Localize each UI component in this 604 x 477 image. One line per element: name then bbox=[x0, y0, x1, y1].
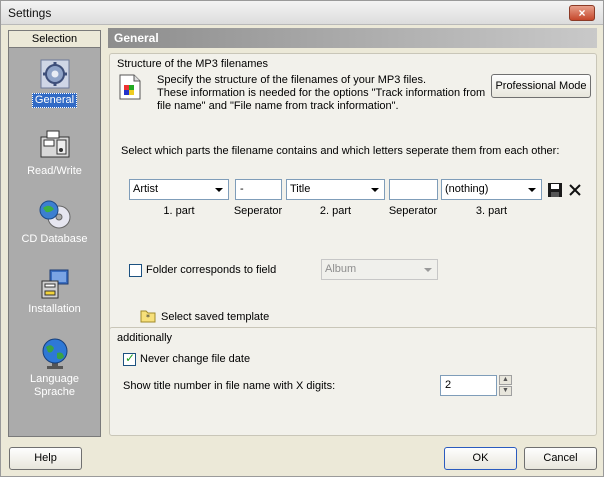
delete-icon[interactable] bbox=[567, 182, 583, 198]
part2-select-value: Title bbox=[290, 183, 311, 195]
structure-desc-line2: These information is needed for the opti… bbox=[157, 87, 486, 99]
sidebar-item-label: Installation bbox=[28, 303, 81, 315]
document-icon bbox=[119, 74, 141, 100]
chevron-down-icon bbox=[528, 188, 536, 192]
structure-desc-line1: Specify the structure of the filenames o… bbox=[157, 74, 427, 86]
cancel-button[interactable]: Cancel bbox=[524, 447, 597, 470]
sidebar-item-label: General bbox=[31, 93, 78, 108]
cd-icon bbox=[39, 200, 70, 229]
part1-caption: 1. part bbox=[163, 205, 195, 217]
sidebar-item-installation[interactable]: Installation bbox=[9, 267, 100, 316]
sidebar-item-label: CD Database bbox=[21, 233, 88, 245]
digits-input[interactable]: 2 bbox=[440, 375, 497, 396]
spin-down-button[interactable]: ▼ bbox=[499, 386, 512, 396]
part1-select-value: Artist bbox=[133, 183, 159, 195]
folder-corresponds-label: Folder corresponds to field bbox=[146, 264, 277, 276]
gear-icon bbox=[40, 59, 69, 89]
folder-star-icon[interactable]: * bbox=[140, 309, 156, 323]
folder-field-select[interactable]: Album bbox=[321, 259, 438, 280]
page-title: General bbox=[108, 28, 597, 48]
part3-caption: 3. part bbox=[475, 205, 508, 217]
part2-caption: 2. part bbox=[319, 205, 352, 217]
folder-corresponds-checkbox[interactable] bbox=[129, 264, 142, 277]
sidebar-item-read-write[interactable]: Read/Write bbox=[9, 129, 100, 178]
never-change-date-label: Never change file date bbox=[140, 353, 251, 365]
folder-field-select-value: Album bbox=[325, 263, 357, 275]
window-title: Settings bbox=[8, 6, 52, 20]
main-panel: General Structure of the MP3 filenames S… bbox=[108, 28, 598, 440]
never-change-date-checkbox[interactable] bbox=[123, 351, 136, 366]
digits-label: Show title number in file name with X di… bbox=[123, 380, 336, 392]
sidebar-item-general[interactable]: General bbox=[9, 57, 100, 108]
instruction-text: Select which parts the filename contains… bbox=[121, 145, 560, 157]
chevron-down-icon bbox=[215, 188, 223, 192]
settings-window: Settings × Selection General Read/Write bbox=[0, 0, 604, 477]
part3-select-value: (nothing) bbox=[445, 183, 489, 195]
part3-select[interactable]: (nothing) bbox=[441, 179, 542, 200]
chevron-down-icon bbox=[371, 188, 379, 192]
installation-icon bbox=[41, 269, 68, 299]
separator1-caption: Seperator bbox=[233, 205, 283, 217]
structure-desc-line3: file name" and "File name from track inf… bbox=[157, 100, 399, 112]
sidebar-item-label: Language bbox=[30, 373, 79, 385]
chevron-down-icon bbox=[424, 268, 432, 272]
spin-up-button[interactable]: ▲ bbox=[499, 375, 512, 385]
professional-mode-button[interactable]: Professional Mode bbox=[491, 74, 591, 98]
sidebar-item-label: Read/Write bbox=[27, 165, 82, 177]
help-button[interactable]: Help bbox=[9, 447, 82, 470]
ok-button[interactable]: OK bbox=[444, 447, 517, 470]
save-icon[interactable] bbox=[547, 182, 563, 198]
sidebar-header: Selection bbox=[9, 31, 100, 48]
part2-select[interactable]: Title bbox=[286, 179, 385, 200]
additionally-group-title: additionally bbox=[117, 332, 173, 344]
read-write-icon bbox=[40, 130, 69, 158]
title-bar[interactable]: Settings × bbox=[1, 1, 603, 25]
sidebar-item-language[interactable]: Language Sprache bbox=[9, 337, 100, 399]
part1-select[interactable]: Artist bbox=[129, 179, 229, 200]
globe-icon bbox=[42, 338, 67, 369]
structure-group: Structure of the MP3 filenames Specify t… bbox=[109, 53, 597, 343]
sidebar-item-cd-database[interactable]: CD Database bbox=[9, 197, 100, 246]
structure-group-title: Structure of the MP3 filenames bbox=[117, 58, 269, 70]
separator2-input[interactable] bbox=[389, 179, 438, 200]
separator2-caption: Seperator bbox=[388, 205, 438, 217]
sidebar-item-label-secondary: Sprache bbox=[34, 386, 75, 398]
sidebar: Selection General Read/Write CD Database… bbox=[8, 30, 101, 437]
close-button[interactable]: × bbox=[569, 5, 595, 21]
additionally-group: additionally Never change file date Show… bbox=[109, 327, 597, 436]
separator1-input[interactable]: - bbox=[235, 179, 282, 200]
svg-text:*: * bbox=[146, 313, 150, 322]
select-saved-template-link[interactable]: Select saved template bbox=[161, 311, 269, 323]
